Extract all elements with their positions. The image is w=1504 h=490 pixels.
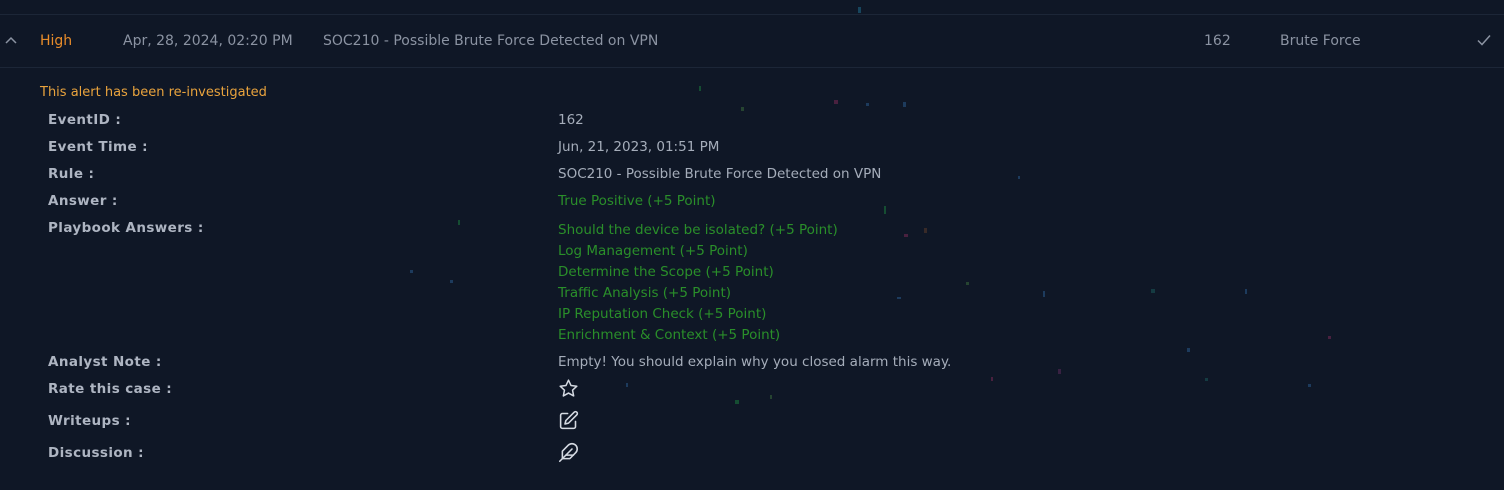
event-time-label: Event Time : — [48, 139, 148, 155]
rule-label: Rule : — [48, 166, 95, 182]
discussion-label: Discussion : — [48, 445, 144, 461]
playbook-answer-item: Traffic Analysis (+5 Point) — [558, 285, 732, 301]
event-time-value: Jun, 21, 2023, 01:51 PM — [558, 139, 720, 155]
playbook-answer-item: Determine the Scope (+5 Point) — [558, 264, 774, 280]
playbook-answers-label: Playbook Answers : — [48, 220, 204, 236]
answer-value: True Positive (+5 Point) — [558, 193, 716, 209]
event-id-label: EventID : — [48, 112, 122, 128]
playbook-answer-item: IP Reputation Check (+5 Point) — [558, 306, 767, 322]
chevron-up-icon[interactable] — [3, 32, 19, 48]
alert-event-id: 162 — [1204, 33, 1231, 49]
writeups-label: Writeups : — [48, 413, 131, 429]
analyst-note-value: Empty! You should explain why you closed… — [558, 354, 952, 370]
alert-type: Brute Force — [1280, 33, 1361, 49]
star-icon[interactable] — [558, 378, 579, 399]
rate-case-label: Rate this case : — [48, 381, 173, 397]
feather-icon[interactable] — [558, 442, 579, 463]
severity-badge: High — [40, 33, 73, 49]
reinvestigated-notice: This alert has been re-investigated — [40, 85, 267, 100]
playbook-answer-item: Log Management (+5 Point) — [558, 243, 748, 259]
alert-rule: SOC210 - Possible Brute Force Detected o… — [323, 33, 659, 49]
check-icon[interactable] — [1475, 31, 1493, 49]
playbook-answer-item: Should the device be isolated? (+5 Point… — [558, 222, 838, 238]
edit-icon[interactable] — [558, 410, 579, 431]
answer-label: Answer : — [48, 193, 118, 209]
alert-date: Apr, 28, 2024, 02:20 PM — [123, 33, 293, 49]
rule-value: SOC210 - Possible Brute Force Detected o… — [558, 166, 882, 182]
playbook-answer-item: Enrichment & Context (+5 Point) — [558, 327, 781, 343]
event-id-value: 162 — [558, 112, 584, 128]
analyst-note-label: Analyst Note : — [48, 354, 162, 370]
alert-detail-page: High Apr, 28, 2024, 02:20 PM SOC210 - Po… — [0, 0, 1504, 490]
playbook-answers-list: Should the device be isolated? (+5 Point… — [558, 220, 838, 346]
alert-row[interactable]: High Apr, 28, 2024, 02:20 PM SOC210 - Po… — [0, 15, 1504, 68]
